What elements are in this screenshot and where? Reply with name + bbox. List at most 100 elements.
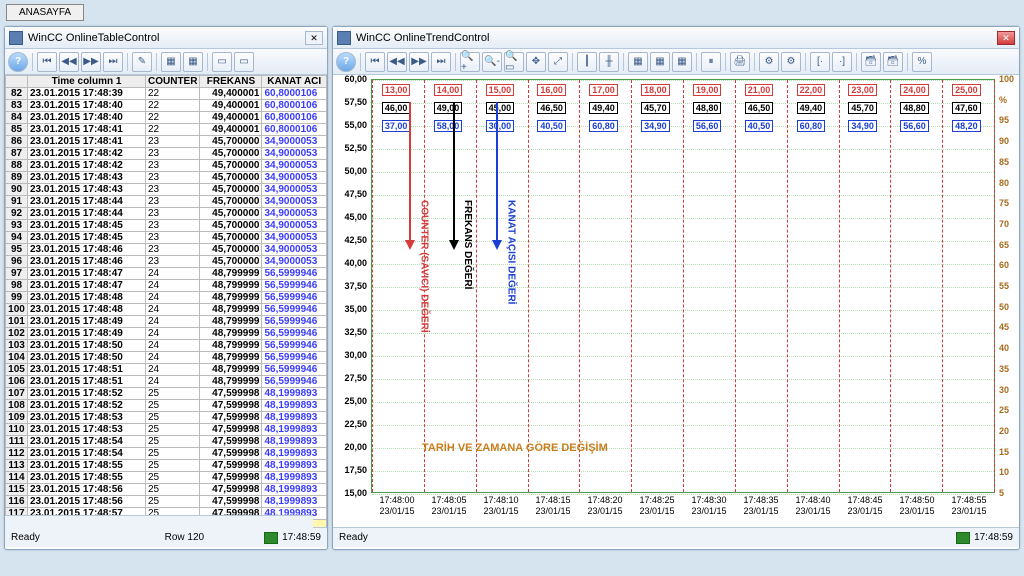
db1[interactable]: 🗃	[861, 52, 881, 72]
trend-status-bar: Ready 17:48:59	[333, 527, 1019, 547]
edit-button[interactable]: ✎	[132, 52, 152, 72]
table-row[interactable]: 11623.01.2015 17:48:562547,59999848,1999…	[6, 496, 327, 508]
grid1[interactable]: ▦	[628, 52, 648, 72]
ruler1[interactable]: ┃	[577, 52, 597, 72]
data-grid[interactable]: Time column 1COUNTERFREKANSKANAT ACI8223…	[5, 75, 327, 527]
table-panel: WinCC OnlineTableControl ✕ ? ⏮ ◀◀ ▶▶ ⏭ ✎…	[4, 26, 328, 550]
table-row[interactable]: 10723.01.2015 17:48:522547,59999848,1999…	[6, 388, 327, 400]
table-row[interactable]: 10223.01.2015 17:48:492448,79999956,5999…	[6, 328, 327, 340]
table-row[interactable]: 11523.01.2015 17:48:562547,59999848,1999…	[6, 484, 327, 496]
next-button[interactable]: ▶▶	[81, 52, 101, 72]
first-button[interactable]: ⏮	[37, 52, 57, 72]
move[interactable]: ✥	[526, 52, 546, 72]
value-box: 14,00	[434, 84, 463, 96]
trend-help-button[interactable]: ?	[336, 52, 356, 72]
table-row[interactable]: 10523.01.2015 17:48:512448,79999956,5999…	[6, 364, 327, 376]
table-row[interactable]: 11323.01.2015 17:48:552547,59999848,1999…	[6, 460, 327, 472]
value-box: 48,80	[900, 102, 929, 114]
table-row[interactable]: 8623.01.2015 17:48:412345,70000034,90000…	[6, 136, 327, 148]
prev-button[interactable]: ◀◀	[59, 52, 79, 72]
chart-area[interactable]: 60,0057,5055,0052,5050,0047,5045,0042,50…	[333, 75, 1019, 527]
value-box: 23,00	[848, 84, 877, 96]
value-box: 34,90	[641, 120, 670, 132]
plot-area: 13,0014,0015,0016,0017,0018,0019,0021,00…	[371, 79, 995, 493]
value-box: 48,80	[693, 102, 722, 114]
table-row[interactable]: 9623.01.2015 17:48:462345,70000034,90000…	[6, 256, 327, 268]
trend-time: 17:48:59	[974, 532, 1013, 543]
value-box: 34,90	[848, 120, 877, 132]
print[interactable]: 🖨	[730, 52, 750, 72]
table-row[interactable]: 9323.01.2015 17:48:452345,70000034,90000…	[6, 220, 327, 232]
table-row[interactable]: 11423.01.2015 17:48:552547,59999848,1999…	[6, 472, 327, 484]
y-axis: 60,0057,5055,0052,5050,0047,5045,0042,50…	[333, 79, 369, 493]
t-prev[interactable]: ◀◀	[387, 52, 407, 72]
table-row[interactable]: 8323.01.2015 17:48:402249,40000160,80001…	[6, 100, 327, 112]
cfg1[interactable]: ⚙	[759, 52, 779, 72]
value-box: 60,80	[589, 120, 618, 132]
table-row[interactable]: 8923.01.2015 17:48:432345,70000034,90000…	[6, 172, 327, 184]
table-row[interactable]: 9523.01.2015 17:48:462345,70000034,90000…	[6, 244, 327, 256]
table-close-button[interactable]: ✕	[305, 31, 323, 45]
value-box: 49,40	[797, 102, 826, 114]
pct[interactable]: %	[912, 52, 932, 72]
grid3[interactable]: ▦	[672, 52, 692, 72]
table-row[interactable]: 9123.01.2015 17:48:442345,70000034,90000…	[6, 196, 327, 208]
help-button[interactable]: ?	[8, 52, 28, 72]
table-row[interactable]: 11123.01.2015 17:48:542547,59999848,1999…	[6, 436, 327, 448]
table-row[interactable]: 8423.01.2015 17:48:402249,40000160,80001…	[6, 112, 327, 124]
last-button[interactable]: ⏭	[103, 52, 123, 72]
table-row[interactable]: 10023.01.2015 17:48:482448,79999956,5999…	[6, 304, 327, 316]
trend-title-bar: WinCC OnlineTrendControl ✕	[333, 27, 1019, 49]
table-row[interactable]: 8223.01.2015 17:48:392249,40000160,80001…	[6, 88, 327, 100]
table-row[interactable]: 9923.01.2015 17:48:482448,79999956,59999…	[6, 292, 327, 304]
table-row[interactable]: 10823.01.2015 17:48:522547,59999848,1999…	[6, 400, 327, 412]
opt1-button[interactable]: ▭	[212, 52, 232, 72]
value-box: 60,80	[797, 120, 826, 132]
value-box: 45,00	[486, 102, 515, 114]
t-last[interactable]: ⏭	[431, 52, 451, 72]
table-row[interactable]: 9423.01.2015 17:48:452345,70000034,90000…	[6, 232, 327, 244]
pause[interactable]: ⏸	[701, 52, 721, 72]
value-box: 56,60	[900, 120, 929, 132]
table-row[interactable]: 9823.01.2015 17:48:472448,79999956,59999…	[6, 280, 327, 292]
value-box: 46,50	[537, 102, 566, 114]
ruler2[interactable]: ╫	[599, 52, 619, 72]
cols2-button[interactable]: ▦	[183, 52, 203, 72]
value-box: 45,70	[641, 102, 670, 114]
table-row[interactable]: 8523.01.2015 17:48:412249,40000160,80001…	[6, 124, 327, 136]
table-row[interactable]: 10423.01.2015 17:48:502448,79999956,5999…	[6, 352, 327, 364]
x-axis: 17:48:0023/01/1517:48:0523/01/1517:48:10…	[371, 495, 995, 527]
zoom-in[interactable]: 🔍+	[460, 52, 480, 72]
table-icon	[9, 31, 23, 45]
span1[interactable]: [·	[810, 52, 830, 72]
table-status-bar: Ready Row 120 17:48:59	[5, 527, 327, 547]
table-row[interactable]: 10123.01.2015 17:48:492448,79999956,5999…	[6, 316, 327, 328]
table-row[interactable]: 8823.01.2015 17:48:422345,70000034,90000…	[6, 160, 327, 172]
table-row[interactable]: 9723.01.2015 17:48:472448,79999956,59999…	[6, 268, 327, 280]
table-row[interactable]: 11223.01.2015 17:48:542547,59999848,1999…	[6, 448, 327, 460]
span2[interactable]: ·]	[832, 52, 852, 72]
zoom-out[interactable]: 🔍-	[482, 52, 502, 72]
h-scrollbar[interactable]	[5, 515, 313, 529]
trend-close-button[interactable]: ✕	[997, 31, 1015, 45]
t-first[interactable]: ⏮	[365, 52, 385, 72]
value-box: 17,00	[589, 84, 618, 96]
table-row[interactable]: 11023.01.2015 17:48:532547,59999848,1999…	[6, 424, 327, 436]
value-box: 47,60	[952, 102, 981, 114]
cols-button[interactable]: ▦	[161, 52, 181, 72]
table-row[interactable]: 9223.01.2015 17:48:442345,70000034,90000…	[6, 208, 327, 220]
grid2[interactable]: ▦	[650, 52, 670, 72]
cfg2[interactable]: ⚙	[781, 52, 801, 72]
table-row[interactable]: 8723.01.2015 17:48:422345,70000034,90000…	[6, 148, 327, 160]
table-row[interactable]: 9023.01.2015 17:48:432345,70000034,90000…	[6, 184, 327, 196]
opt2-button[interactable]: ▭	[234, 52, 254, 72]
table-row[interactable]: 10623.01.2015 17:48:512448,79999956,5999…	[6, 376, 327, 388]
table-row[interactable]: 10323.01.2015 17:48:502448,79999956,5999…	[6, 340, 327, 352]
home-button[interactable]: ANASAYFA	[6, 4, 84, 21]
t-next[interactable]: ▶▶	[409, 52, 429, 72]
table-row[interactable]: 10923.01.2015 17:48:532547,59999848,1999…	[6, 412, 327, 424]
table-title: WinCC OnlineTableControl	[28, 32, 159, 44]
db2[interactable]: 🗃	[883, 52, 903, 72]
zoom-area[interactable]: 🔍▭	[504, 52, 524, 72]
fit[interactable]: ⤢	[548, 52, 568, 72]
